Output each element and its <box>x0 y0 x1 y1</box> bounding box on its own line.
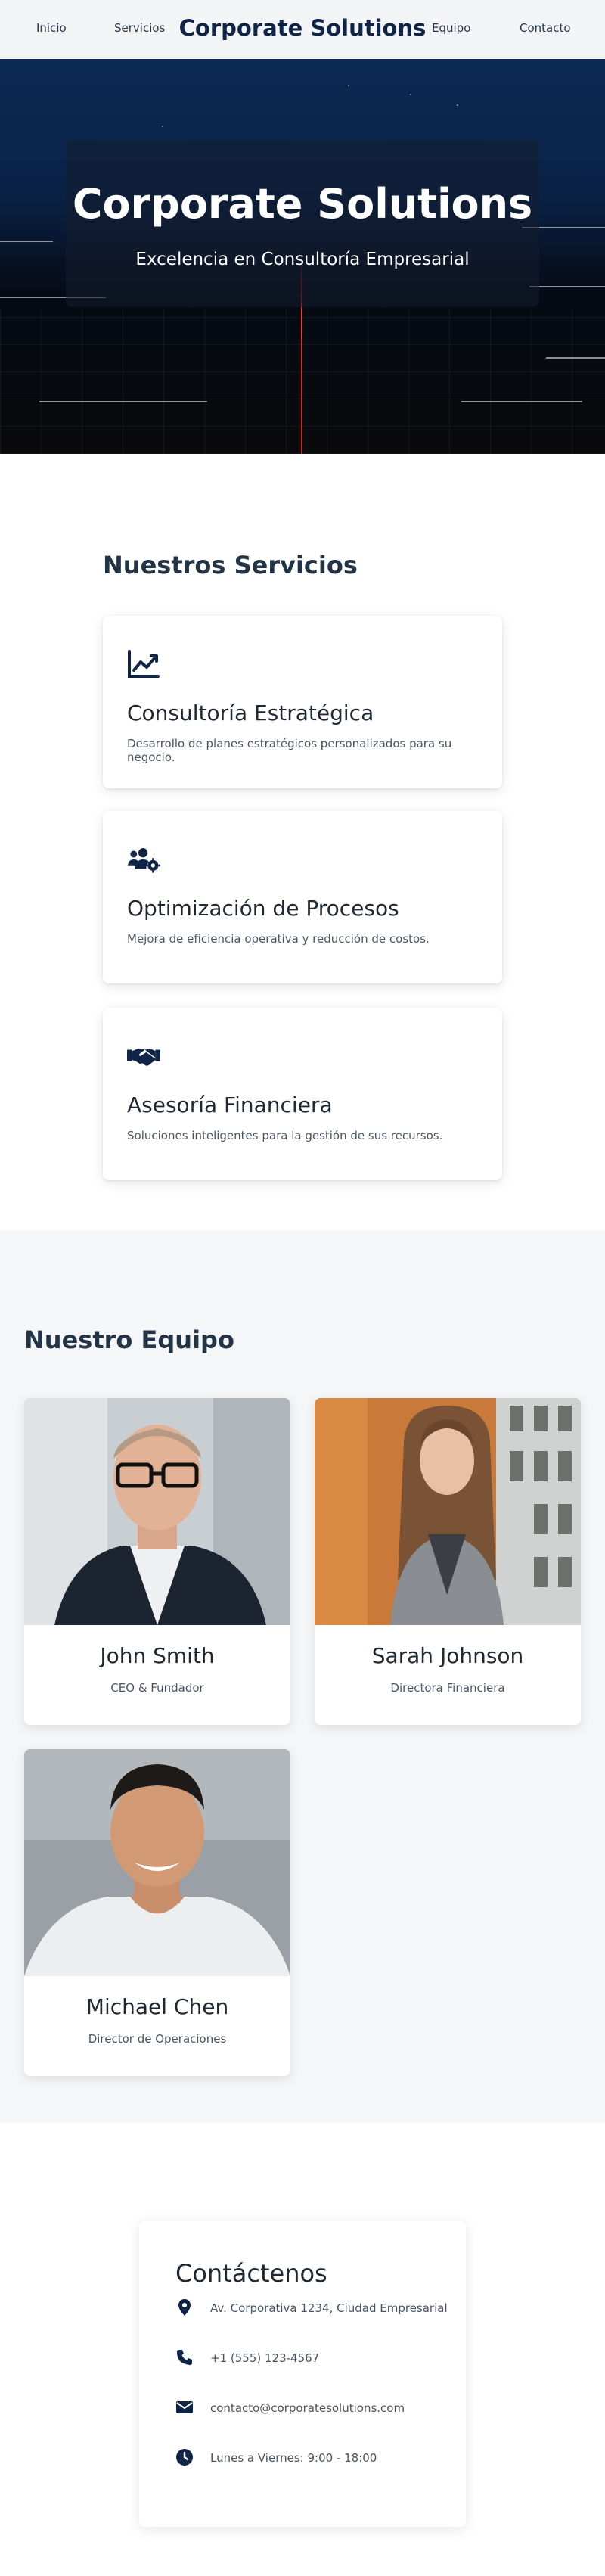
team-member-card: John Smith CEO & Fundador <box>24 1398 290 1725</box>
phone-icon <box>177 2350 192 2365</box>
contact-row-email: contacto@corporatesolutions.com <box>175 2398 448 2421</box>
hero-light-streak <box>39 401 207 402</box>
team-member-photo <box>315 1398 581 1625</box>
team-member-photo <box>24 1398 290 1625</box>
nav-link-contacto[interactable]: Contacto <box>520 21 571 35</box>
envelope-icon <box>176 2401 193 2413</box>
hero-light-streak <box>546 357 605 359</box>
contact-row-hours: Lunes a Viernes: 9:00 - 18:00 <box>175 2448 448 2471</box>
hero-light-streak <box>461 401 582 402</box>
chart-line-icon <box>128 650 160 678</box>
hero-particle <box>457 104 458 106</box>
hero-light-streak <box>529 286 605 287</box>
brand-wrapper: Corporate Solutions <box>0 15 605 41</box>
team-member-name: John Smith <box>100 1643 215 1668</box>
hero-subtitle: Excelencia en Consultoría Empresarial <box>135 250 470 269</box>
contact-address: Av. Corporativa 1234, Ciudad Empresarial <box>210 2301 448 2315</box>
contact-phone[interactable]: +1 (555) 123-4567 <box>210 2351 319 2365</box>
service-card: Asesoría Financiera Soluciones inteligen… <box>103 1008 502 1180</box>
team-member-role: Director de Operaciones <box>88 2032 227 2046</box>
location-pin-icon <box>178 2299 191 2316</box>
service-card-title: Optimización de Procesos <box>127 896 399 921</box>
contact-hours: Lunes a Viernes: 9:00 - 18:00 <box>210 2451 377 2465</box>
service-card: Optimización de Procesos Mejora de efici… <box>103 811 502 983</box>
team-member-card: Michael Chen Director de Operaciones <box>24 1749 290 2076</box>
nav-link-inicio[interactable]: Inicio <box>36 21 67 35</box>
team-title: Nuestro Equipo <box>24 1325 234 1354</box>
team-member-name: Michael Chen <box>85 1994 229 2019</box>
contact-title: Contáctenos <box>175 2259 327 2288</box>
service-card-title: Consultoría Estratégica <box>127 701 374 726</box>
hero-particle <box>410 94 411 95</box>
top-nav: Inicio Servicios Corporate Solutions Equ… <box>0 0 605 59</box>
service-card-description: Soluciones inteligentes para la gestión … <box>127 1129 443 1142</box>
team-member-role: CEO & Fundador <box>110 1681 204 1695</box>
contact-card: Contáctenos Av. Corporativa 1234, Ciudad… <box>139 2221 466 2527</box>
nav-link-equipo[interactable]: Equipo <box>432 21 470 35</box>
team-member-name: Sarah Johnson <box>371 1643 524 1668</box>
team-member-card: Sarah Johnson Directora Financiera <box>315 1398 581 1725</box>
service-card-title: Asesoría Financiera <box>127 1092 333 1117</box>
nav-link-servicios[interactable]: Servicios <box>114 21 165 35</box>
service-card-description: Desarrollo de planes estratégicos person… <box>127 737 452 764</box>
hero-section: Corporate Solutions Excelencia en Consul… <box>0 59 605 454</box>
hero-light-streak <box>0 241 53 242</box>
brand-logo-text[interactable]: Corporate Solutions <box>179 15 427 41</box>
contact-row-address: Av. Corporativa 1234, Ciudad Empresarial <box>175 2298 448 2321</box>
contact-email[interactable]: contacto@corporatesolutions.com <box>210 2401 405 2415</box>
handshake-icon <box>127 1048 160 1066</box>
contact-row-phone: +1 (555) 123-4567 <box>175 2348 448 2371</box>
clock-icon <box>176 2449 193 2466</box>
users-cog-icon <box>127 848 160 873</box>
hero-particle <box>162 126 163 127</box>
team-member-role: Directora Financiera <box>390 1681 505 1695</box>
hero-grid-floor <box>0 309 605 454</box>
hero-title: Corporate Solutions <box>72 180 533 228</box>
services-title: Nuestros Servicios <box>103 551 358 580</box>
team-member-photo <box>24 1749 290 1976</box>
service-card-description: Mejora de eficiencia operativa y reducci… <box>127 932 430 946</box>
service-card: Consultoría Estratégica Desarrollo de pl… <box>103 616 502 788</box>
hero-particle <box>348 85 349 86</box>
